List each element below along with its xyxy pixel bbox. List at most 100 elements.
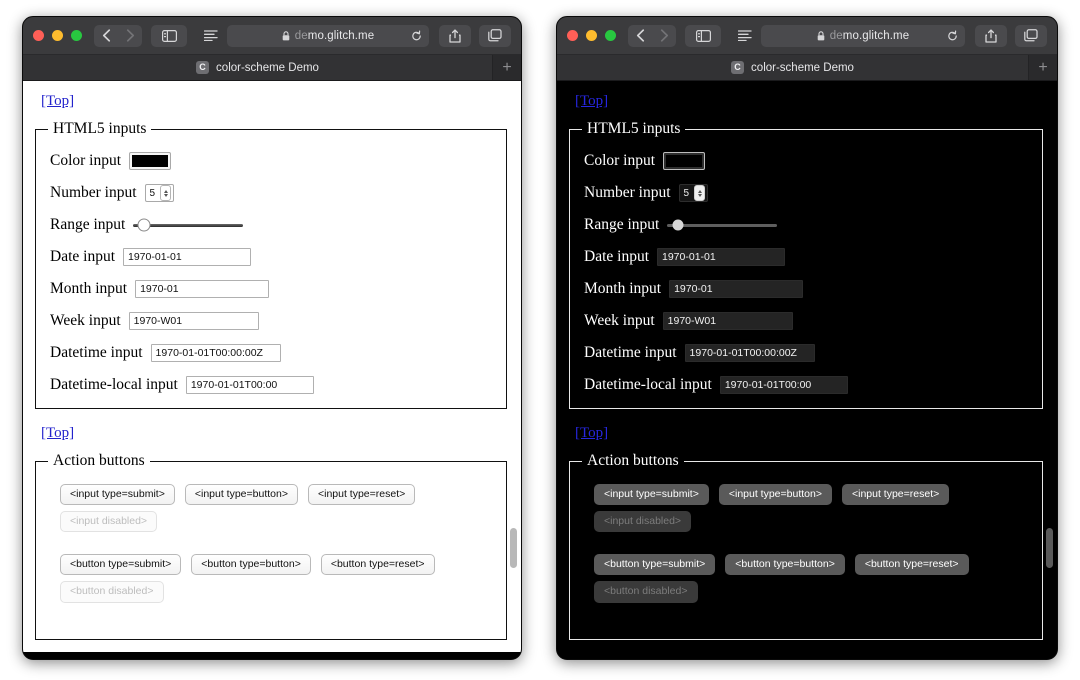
number-input[interactable]: 5 — [145, 184, 175, 202]
range-thumb[interactable] — [138, 219, 151, 232]
forward-button[interactable] — [118, 25, 142, 47]
minimize-window-button[interactable] — [586, 30, 597, 41]
number-spinner[interactable] — [694, 185, 705, 201]
toolbar-right-actions — [439, 25, 511, 47]
label-range-input: Range input — [50, 216, 125, 234]
input-submit-button[interactable]: <input type=submit> — [594, 484, 709, 505]
page-content-dark: [Top] HTML5 inputs Color input Number in… — [557, 81, 1057, 652]
browser-window-light: demo.glitch.me C color-scheme Demo + — [22, 16, 522, 660]
range-input[interactable] — [667, 218, 777, 232]
top-link-1[interactable]: [Top] — [41, 93, 74, 110]
address-bar[interactable]: demo.glitch.me — [761, 25, 965, 47]
share-button[interactable] — [975, 25, 1007, 47]
browser-toolbar: demo.glitch.me — [23, 17, 521, 55]
tab-color-scheme-demo[interactable]: C color-scheme Demo — [557, 55, 1029, 80]
button-elements-row: <button type=submit> <button type=button… — [582, 554, 1030, 575]
input-buttons-row: <input type=submit> <input type=button> … — [48, 484, 494, 505]
input-reset-button[interactable]: <input type=reset> — [308, 484, 415, 505]
row-date-input: Date input 1970-01-01 — [582, 248, 1030, 266]
top-link-1[interactable]: [Top] — [575, 93, 608, 110]
button-button-button[interactable]: <button type=button> — [725, 554, 845, 575]
input-button-button[interactable]: <input type=button> — [719, 484, 832, 505]
action-buttons-body: <input type=submit> <input type=button> … — [582, 484, 1030, 629]
sidebar-toggle-button[interactable] — [685, 25, 721, 47]
back-button[interactable] — [94, 25, 118, 47]
action-buttons-legend: Action buttons — [48, 452, 150, 470]
row-week-input: Week input 1970-W01 — [582, 312, 1030, 330]
number-spinner[interactable] — [160, 185, 171, 201]
button-disabled-button: <button disabled> — [594, 581, 698, 602]
page-scrollbar-thumb[interactable] — [1046, 528, 1053, 568]
datetime-local-input[interactable]: 1970-01-01T00:00 — [720, 376, 848, 394]
new-tab-button[interactable]: + — [493, 55, 521, 80]
minimize-window-button[interactable] — [52, 30, 63, 41]
button-button-button[interactable]: <button type=button> — [191, 554, 311, 575]
range-input[interactable] — [133, 218, 243, 232]
navigation-buttons-dark — [628, 25, 676, 47]
button-submit-button[interactable]: <button type=submit> — [60, 554, 181, 575]
tab-overview-button[interactable] — [479, 25, 511, 47]
label-number-input: Number input — [584, 184, 671, 202]
address-bar[interactable]: demo.glitch.me — [227, 25, 429, 47]
navigation-buttons — [94, 25, 142, 47]
close-window-button[interactable] — [33, 30, 44, 41]
close-window-button[interactable] — [567, 30, 578, 41]
range-thumb[interactable] — [673, 220, 684, 231]
action-buttons-body: <input type=submit> <input type=button> … — [48, 484, 494, 629]
datetime-local-input[interactable]: 1970-01-01T00:00 — [186, 376, 314, 394]
page-scrollbar[interactable] — [1045, 83, 1054, 650]
html5-inputs-legend: HTML5 inputs — [48, 120, 151, 138]
tab-favicon: C — [196, 61, 209, 74]
page-scrollbar-thumb[interactable] — [510, 528, 517, 568]
input-buttons-row: <input type=submit> <input type=button> … — [582, 484, 1030, 505]
datetime-input[interactable]: 1970-01-01T00:00:00Z — [151, 344, 281, 362]
tab-overview-button[interactable] — [1015, 25, 1047, 47]
top-link-2[interactable]: [Top] — [575, 425, 608, 442]
reader-mode-button[interactable] — [197, 25, 225, 47]
month-input[interactable]: 1970-01 — [669, 280, 803, 298]
row-datetime-input: Datetime input 1970-01-01T00:00:00Z — [48, 344, 494, 362]
month-input[interactable]: 1970-01 — [135, 280, 269, 298]
reload-icon[interactable] — [947, 30, 958, 41]
zoom-window-button[interactable] — [71, 30, 82, 41]
forward-button[interactable] — [652, 25, 676, 47]
input-submit-button[interactable]: <input type=submit> — [60, 484, 175, 505]
label-number-input: Number input — [50, 184, 137, 202]
top-link-2[interactable]: [Top] — [41, 425, 74, 442]
number-input[interactable]: 5 — [679, 184, 709, 202]
week-input[interactable]: 1970-W01 — [129, 312, 259, 330]
new-tab-button[interactable]: + — [1029, 55, 1057, 80]
lock-icon — [282, 31, 290, 41]
share-button[interactable] — [439, 25, 471, 47]
zoom-window-button[interactable] — [605, 30, 616, 41]
reader-mode-button[interactable] — [731, 25, 759, 47]
back-button[interactable] — [628, 25, 652, 47]
label-month-input: Month input — [584, 280, 661, 298]
reload-icon[interactable] — [411, 30, 422, 41]
row-number-input: Number input 5 — [582, 184, 1030, 202]
browser-window-dark: demo.glitch.me C color-scheme Demo + — [556, 16, 1058, 660]
label-month-input: Month input — [50, 280, 127, 298]
row-color-input: Color input — [48, 152, 494, 170]
week-input[interactable]: 1970-W01 — [663, 312, 793, 330]
input-button-button[interactable]: <input type=button> — [185, 484, 298, 505]
date-input[interactable]: 1970-01-01 — [657, 248, 785, 266]
color-input[interactable] — [129, 152, 171, 170]
address-bar-url: demo.glitch.me — [295, 30, 374, 42]
sidebar-toggle-button[interactable] — [151, 25, 187, 47]
row-range-input: Range input — [582, 216, 1030, 234]
input-disabled-row: <input disabled> — [582, 511, 1030, 532]
label-date-input: Date input — [584, 248, 649, 266]
page-content: [Top] HTML5 inputs Color input Number in… — [23, 81, 521, 652]
page-scrollbar[interactable] — [509, 83, 518, 650]
input-reset-button[interactable]: <input type=reset> — [842, 484, 949, 505]
date-input[interactable]: 1970-01-01 — [123, 248, 251, 266]
button-submit-button[interactable]: <button type=submit> — [594, 554, 715, 575]
color-input[interactable] — [663, 152, 705, 170]
datetime-input[interactable]: 1970-01-01T00:00:00Z — [685, 344, 815, 362]
row-month-input: Month input 1970-01 — [48, 280, 494, 298]
input-disabled-row: <input disabled> — [48, 511, 494, 532]
button-reset-button[interactable]: <button type=reset> — [855, 554, 969, 575]
button-reset-button[interactable]: <button type=reset> — [321, 554, 435, 575]
tab-color-scheme-demo[interactable]: C color-scheme Demo — [23, 55, 493, 80]
